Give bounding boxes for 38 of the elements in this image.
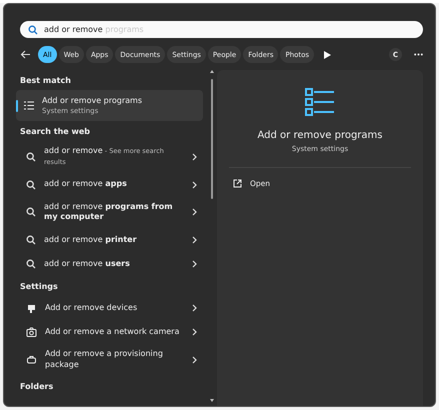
search-icon <box>28 24 38 34</box>
chevron-right-icon <box>192 152 197 161</box>
web-result[interactable]: add or remove printer <box>12 228 207 252</box>
list-icon <box>304 86 336 118</box>
back-arrow-icon[interactable] <box>20 50 31 59</box>
section-heading: Best match <box>19 75 72 87</box>
scroll-up-icon[interactable] <box>210 70 214 73</box>
open-external-icon <box>233 179 242 188</box>
section-heading: Settings <box>19 281 59 294</box>
search-icon <box>26 180 36 190</box>
camera-icon <box>26 326 37 338</box>
search-icon <box>26 207 36 218</box>
play-icon[interactable] <box>324 50 332 58</box>
chevron-right-icon <box>192 180 197 189</box>
scroll-down-icon[interactable] <box>210 399 214 402</box>
search-icon <box>26 235 36 246</box>
chevron-right-icon <box>192 356 197 364</box>
result-title: Add or remove programs <box>42 96 142 105</box>
web-result[interactable]: add or remove users <box>12 252 207 276</box>
chevron-right-icon <box>192 328 197 336</box>
settings-result[interactable]: Add or remove devices <box>12 296 207 320</box>
chevron-right-icon <box>192 260 197 268</box>
search-icon <box>26 152 36 162</box>
settings-result[interactable]: Add or remove a network camera <box>12 320 207 344</box>
detail-title: Add or remove programs <box>258 130 382 141</box>
web-result[interactable]: add or remove programs from my computer <box>12 196 207 228</box>
more-icon[interactable] <box>414 53 423 56</box>
chevron-right-icon <box>192 236 197 244</box>
search-icon <box>26 259 36 270</box>
chevron-right-icon <box>192 304 197 312</box>
settings-result[interactable]: Add or remove a provisioning package <box>12 344 207 376</box>
section-heading: Search the web <box>19 126 92 138</box>
scrollbar-thumb[interactable] <box>211 79 213 199</box>
section-heading: Folders <box>19 380 54 393</box>
package-icon <box>26 354 37 366</box>
list-icon <box>24 101 34 110</box>
chevron-right-icon <box>192 208 197 216</box>
web-result[interactable]: add or remove apps <box>12 172 207 197</box>
